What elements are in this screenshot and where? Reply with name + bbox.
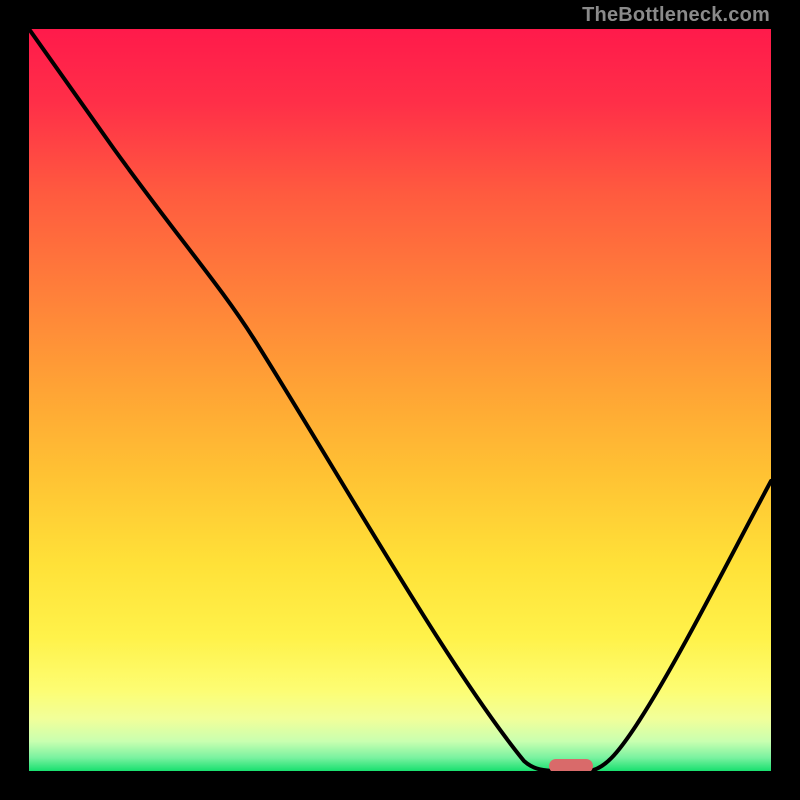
plot-area	[29, 29, 771, 771]
chart-frame: TheBottleneck.com	[0, 0, 800, 800]
bottleneck-curve	[29, 29, 771, 771]
chart-overlay	[29, 29, 771, 771]
watermark-text: TheBottleneck.com	[582, 4, 770, 27]
optimal-marker	[549, 759, 593, 771]
